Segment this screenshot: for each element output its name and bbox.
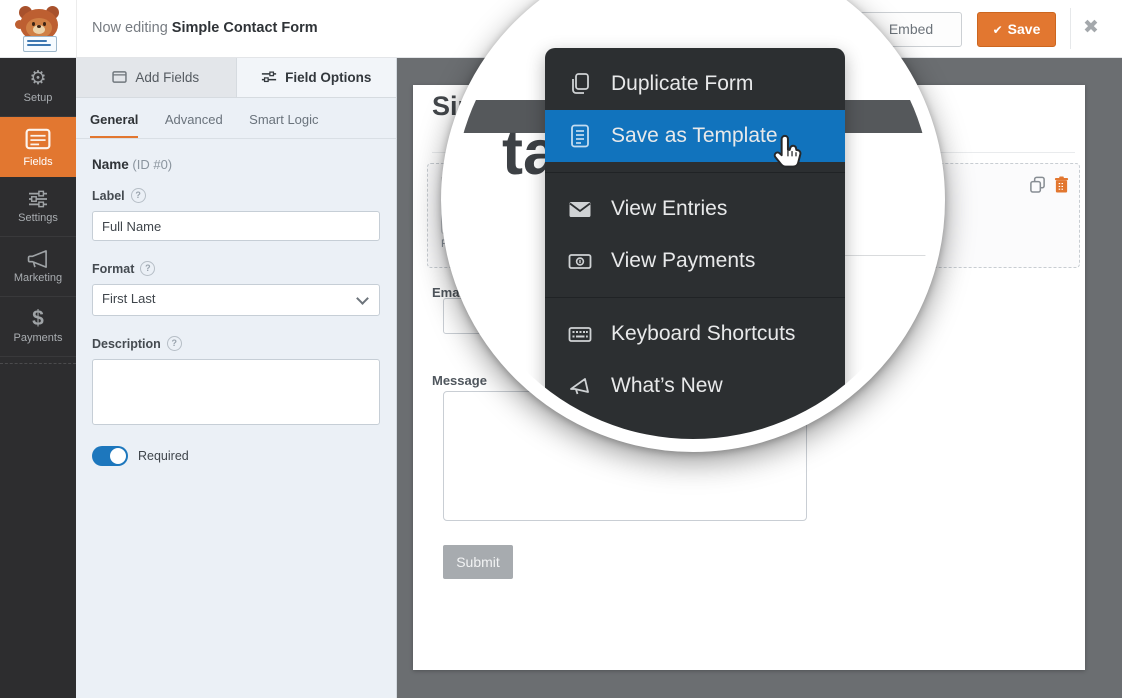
whats-new-megaphone-icon (567, 373, 593, 399)
menu-separator (545, 297, 845, 298)
format-select[interactable]: First Last (92, 284, 380, 316)
check-icon: ✔ (993, 23, 1003, 37)
keyboard-icon (567, 321, 593, 347)
required-toggle[interactable] (92, 446, 128, 466)
nav-rail: ⚙ Setup Fields Settings (0, 57, 76, 698)
now-editing-text: Now editing Simple Contact Form (92, 20, 318, 36)
form-name: Simple Contact Form (172, 20, 318, 36)
delete-field-icon[interactable] (1054, 176, 1069, 193)
label-help-icon[interactable]: ? (131, 188, 146, 203)
format-help-icon[interactable]: ? (140, 261, 155, 276)
label-input[interactable] (92, 211, 380, 241)
now-editing-label: Now editing (92, 20, 168, 36)
submit-button-preview[interactable]: Submit (443, 545, 513, 579)
tab-field-options[interactable]: Field Options (237, 57, 397, 97)
description-help-icon[interactable]: ? (167, 336, 182, 351)
subtab-general[interactable]: General (90, 112, 138, 139)
toolbar-divider (1070, 8, 1071, 49)
subtab-smart-logic[interactable]: Smart Logic (249, 112, 318, 136)
menu-item-keyboard-shortcuts[interactable]: Keyboard Shortcuts (545, 308, 845, 360)
format-field-label: Format ? (92, 261, 380, 276)
cursor-pointer-icon (770, 133, 808, 175)
rail-item-payments[interactable]: $ Payments (0, 297, 76, 357)
rail-divider (0, 363, 76, 364)
wpforms-logo (0, 0, 77, 57)
description-field-label: Description ? (92, 336, 380, 351)
tab-add-fields[interactable]: Add Fields (76, 57, 237, 97)
bear-logo-icon (16, 6, 62, 52)
fields-form-icon (25, 126, 51, 152)
wpforms-builder: Now editing Simple Contact Form ? Embed … (0, 0, 1122, 698)
payments-banknote-icon (567, 248, 593, 274)
field-heading: Name (ID #0) (92, 157, 380, 172)
megaphone-icon (27, 250, 49, 268)
field-heading-id: (ID #0) (132, 157, 172, 172)
duplicate-icon (567, 71, 593, 97)
menu-item-whats-new[interactable]: What’s New (545, 360, 845, 412)
menu-item-duplicate-form[interactable]: Duplicate Form (545, 58, 845, 110)
rail-item-settings[interactable]: Settings (0, 177, 76, 237)
gear-icon: ⚙ (29, 69, 46, 88)
rail-item-setup[interactable]: ⚙ Setup (0, 57, 76, 117)
field-heading-name: Name (92, 157, 129, 172)
sliders-icon (27, 190, 49, 208)
close-icon[interactable]: ✖ (1083, 16, 1099, 39)
option-subtabs: General Advanced Smart Logic (76, 98, 396, 139)
rail-item-marketing[interactable]: Marketing (0, 237, 76, 297)
field-options-panel: Add Fields Field Options General Advance… (76, 57, 397, 698)
panel-tabs: Add Fields Field Options (76, 57, 396, 98)
message-label: Message (432, 373, 487, 388)
menu-item-view-payments[interactable]: View Payments (545, 235, 845, 287)
field-options-icon (261, 71, 277, 83)
menu-item-view-entries[interactable]: View Entries (545, 183, 845, 235)
entries-envelope-icon (567, 196, 593, 222)
rail-item-fields[interactable]: Fields (0, 117, 76, 177)
add-fields-icon (112, 71, 127, 83)
template-icon (567, 123, 593, 149)
save-button[interactable]: ✔Save (977, 12, 1056, 47)
subtab-advanced[interactable]: Advanced (165, 112, 223, 136)
required-toggle-label: Required (138, 449, 189, 463)
duplicate-field-icon[interactable] (1029, 176, 1046, 193)
dollar-icon: $ (32, 309, 44, 328)
builder-dropdown-menu: Duplicate Form Save as Template View (545, 48, 845, 452)
description-textarea[interactable] (92, 359, 380, 425)
chevron-down-icon (356, 292, 369, 305)
label-field-label: Label ? (92, 188, 380, 203)
